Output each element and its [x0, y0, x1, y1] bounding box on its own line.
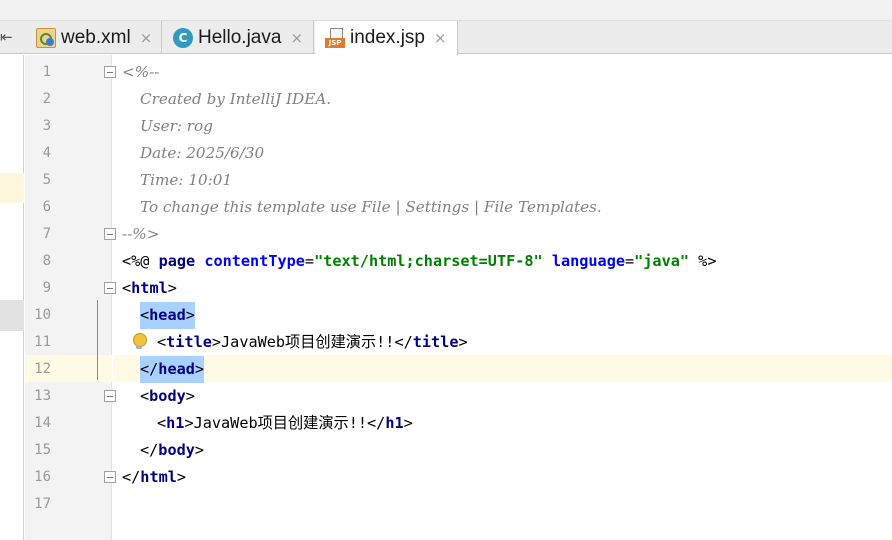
- lightbulb-icon[interactable]: [132, 333, 147, 351]
- code-line: 12 </head>: [0, 356, 892, 383]
- code-line: 7 --%>: [0, 221, 892, 248]
- line-number: 1: [42, 64, 51, 80]
- line-number: 3: [42, 118, 51, 134]
- code-line: 5 Time: 10:01: [0, 167, 892, 194]
- tab-hello-java[interactable]: C Hello.java ×: [163, 21, 314, 54]
- code-line: 11 <title>JavaWeb项目创建演示!!</title>: [0, 329, 892, 356]
- fold-marker-icon[interactable]: [104, 390, 116, 402]
- tab-index-jsp[interactable]: JSP index.jsp ×: [315, 21, 458, 55]
- line-number: 16: [34, 469, 51, 485]
- code-line: 14 <h1>JavaWeb项目创建演示!!</h1>: [0, 410, 892, 437]
- line-number: 4: [42, 145, 51, 161]
- fold-marker-icon[interactable]: [104, 66, 116, 78]
- fold-marker-icon[interactable]: [104, 471, 116, 483]
- line-number: 11: [34, 334, 51, 350]
- close-icon[interactable]: ×: [434, 29, 447, 47]
- jsp-file-icon: JSP: [325, 28, 345, 48]
- code-line: 13 <body>: [0, 383, 892, 410]
- line-number: 13: [34, 388, 51, 404]
- code-line: 10 <head>: [0, 302, 892, 329]
- code-line: 9 <html>: [0, 275, 892, 302]
- code-line: 8 <%@ page contentType="text/html;charse…: [0, 248, 892, 275]
- line-number: 14: [34, 415, 51, 431]
- tab-label: Hello.java: [198, 26, 282, 48]
- close-icon[interactable]: ×: [290, 29, 303, 47]
- tab-label: index.jsp: [350, 27, 425, 48]
- close-icon[interactable]: ×: [140, 29, 153, 47]
- line-number: 10: [34, 307, 51, 323]
- window-top-strip: [0, 0, 892, 21]
- code-line: 2 Created by IntelliJ IDEA.: [0, 86, 892, 113]
- line-number: 15: [34, 442, 51, 458]
- line-number: 8: [42, 253, 51, 269]
- code-line: 15 </body>: [0, 437, 892, 464]
- line-number: 9: [42, 280, 51, 296]
- matched-tag-head-open: <head>: [140, 302, 195, 329]
- code-line: 17: [0, 491, 892, 518]
- line-number: 17: [34, 496, 51, 512]
- code-line: 3 User: rog: [0, 113, 892, 140]
- java-class-icon: C: [173, 27, 193, 48]
- matched-tag-head-close: </head>: [140, 356, 205, 383]
- line-number: 7: [42, 226, 51, 242]
- code-line: 4 Date: 2025/6/30: [0, 140, 892, 167]
- tab-web-xml[interactable]: web.xml ×: [26, 21, 162, 54]
- line-number: 6: [42, 199, 51, 215]
- line-number: 5: [42, 172, 51, 188]
- code-line: 1 <%--: [0, 59, 892, 86]
- code-line: 6 To change this template use File | Set…: [0, 194, 892, 221]
- tab-label: web.xml: [61, 26, 131, 48]
- code-line: 16 </html>: [0, 464, 892, 491]
- line-number: 2: [42, 91, 51, 107]
- line-number: 12: [34, 361, 51, 377]
- collapse-panel-icon[interactable]: ⇤: [0, 25, 22, 49]
- fold-marker-icon[interactable]: [104, 282, 116, 294]
- xml-file-icon: [36, 27, 56, 48]
- fold-marker-icon[interactable]: [104, 228, 116, 240]
- editor-tab-bar: ⇤ web.xml × C Hello.java × JSP index.jsp…: [0, 21, 892, 55]
